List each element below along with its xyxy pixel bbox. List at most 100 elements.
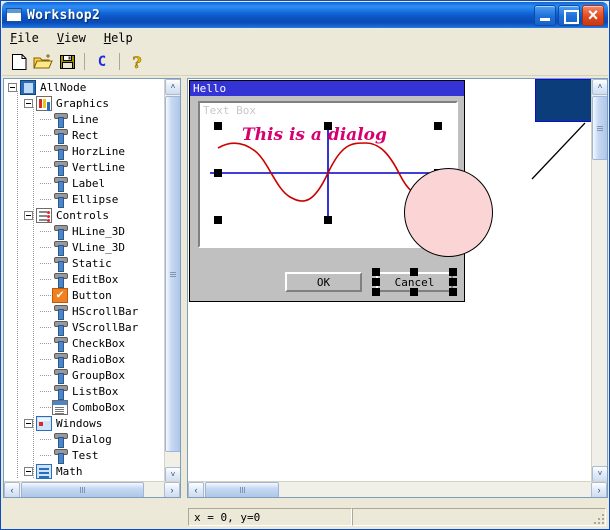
tool-icon [52,160,68,176]
tree-item-checkbox[interactable]: CheckBox [4,335,164,352]
canvas-vertical-scrollbar[interactable]: ˄ ˅ [591,79,607,482]
toolbar-separator-2 [119,53,120,70]
cancel-handle-bl[interactable] [372,288,380,296]
tree-item-ellipse[interactable]: Ellipse [4,191,164,208]
canvas-scroll-left-button[interactable]: ‹ [188,482,204,497]
cancel-handle-bc[interactable] [410,288,418,296]
tree-vertical-scrollbar[interactable]: ˄ ˅ [164,79,180,483]
tree-item-graphics[interactable]: Graphics [4,95,164,111]
open-folder-icon[interactable] [31,50,55,73]
cancel-handle-mr[interactable] [449,278,457,286]
help-question-icon[interactable]: ? [125,50,149,73]
selection-handle-tr[interactable] [434,122,442,130]
tree-item-button[interactable]: Button [4,286,164,303]
tree-item-allnode[interactable]: AllNode [4,79,164,95]
cancel-handle-br[interactable] [449,288,457,296]
tree-item-vline_3d[interactable]: VLine_3D [4,239,164,256]
tree-expander-math[interactable] [24,466,33,476]
tree-expander-windows[interactable] [24,418,33,428]
canvas-scroll-right-button[interactable]: › [591,482,607,497]
menu-item-help[interactable]: Help [104,30,142,46]
menu-item-file[interactable]: File [10,30,48,46]
tree-item-hline_3d[interactable]: HLine_3D [4,223,164,240]
design-ok-button[interactable]: OK [285,272,362,292]
menu-item-view[interactable]: View [57,30,95,46]
selection-handle-bc[interactable] [324,216,332,224]
cancel-handle-ml[interactable] [372,278,380,286]
tree-item-horzline[interactable]: HorzLine [4,143,164,160]
tree-connector [40,150,52,152]
tool-icon [52,432,68,448]
tree-item-windows[interactable]: Windows [4,415,164,431]
design-canvas[interactable]: Hello Text Box OK Cancel This is a dialo… [188,79,592,482]
tree-horizontal-scrollbar[interactable]: ‹ › [4,481,180,497]
canvas-horizontal-scrollbar[interactable]: ‹ › [188,481,607,497]
tree-scroll-up-button[interactable]: ˄ [165,79,180,95]
tree-item-rect[interactable]: Rect [4,127,164,144]
close-button[interactable] [582,4,604,26]
tree-scroll-right-button[interactable]: › [164,482,180,497]
tree-item-dialog[interactable]: Dialog [4,431,164,448]
compile-c-icon[interactable]: C [90,50,114,73]
maximize-button[interactable] [558,4,580,26]
tree-connector [40,326,52,328]
tool-icon [52,256,68,272]
tree-item-static[interactable]: Static [4,255,164,272]
canvas-hscroll-thumb[interactable] [205,482,279,497]
tree-item-label: EditBox [72,272,119,286]
tree-item-radiobox[interactable]: RadioBox [4,351,164,368]
tree-item-vertline[interactable]: VertLine [4,159,164,176]
resize-grip[interactable] [592,512,604,524]
selection-handle-ml[interactable] [214,169,222,177]
tree-item-math[interactable]: Math [4,463,164,479]
tree-hscroll-thumb[interactable] [21,482,144,497]
tree-item-combobox[interactable]: ComboBox [4,399,164,415]
canvas-text-label[interactable]: This is a dialog [242,125,387,145]
tree-item-line[interactable]: Line [4,111,164,128]
math-icon [36,463,52,479]
combobox-icon [52,399,68,415]
window-title: Workshop2 [27,7,101,23]
tree-view[interactable]: AllNode Graphics Line Rect HorzLine VertLine L… [4,79,164,483]
canvas-ellipse-shape[interactable] [404,168,493,257]
cancel-handle-tc[interactable] [410,268,418,276]
tree-expander-controls[interactable] [24,210,33,220]
tree-connector [40,230,52,232]
status-bar: x = 0, y=0 [2,506,608,528]
tree-connector-rail [33,107,34,479]
canvas-scroll-down-button[interactable]: ˅ [592,466,607,482]
toolbar: C ? [2,48,608,76]
cancel-handle-tl[interactable] [372,268,380,276]
canvas-scroll-up-button[interactable]: ˄ [592,79,607,95]
tree-item-controls[interactable]: Controls [4,207,164,223]
tree-item-test[interactable]: Test [4,447,164,464]
tool-icon [52,352,68,368]
tree-item-groupbox[interactable]: GroupBox [4,367,164,384]
cancel-handle-tr[interactable] [449,268,457,276]
tree-item-label: Line [72,112,99,126]
tree-view-pane: AllNode Graphics Line Rect HorzLine VertLine L… [3,78,181,498]
tool-icon [52,240,68,256]
tree-expander-graphics[interactable] [24,98,33,108]
tree-connector [40,342,52,344]
canvas-diagonal-line[interactable] [528,121,592,185]
tree-scroll-left-button[interactable]: ‹ [4,482,20,497]
tool-icon [52,128,68,144]
selection-handle-bl[interactable] [214,216,222,224]
tree-item-label: Static [72,256,112,270]
tree-item-label[interactable]: Label [4,175,164,192]
tree-item-listbox[interactable]: ListBox [4,383,164,400]
save-floppy-icon[interactable] [55,50,79,73]
minimize-button[interactable] [534,4,556,26]
tree-expander-allnode[interactable] [8,82,17,92]
tree-scroll-thumb[interactable] [165,96,180,452]
tree-connector [40,294,52,296]
selection-handle-tl[interactable] [214,122,222,130]
new-document-icon[interactable] [7,50,31,73]
tree-item-vscrollbar[interactable]: VScrollBar [4,319,164,336]
canvas-rectangle-shape[interactable] [535,79,592,122]
tree-item-hscrollbar[interactable]: HScrollBar [4,303,164,320]
tree-connector [40,358,52,360]
canvas-scroll-thumb[interactable] [592,96,607,160]
tree-item-editbox[interactable]: EditBox [4,271,164,288]
